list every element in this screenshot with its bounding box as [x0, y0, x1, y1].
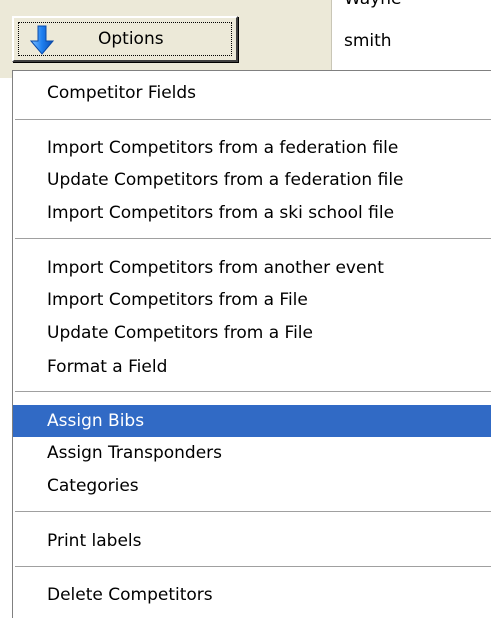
down-arrow-icon	[30, 25, 54, 55]
menu-item-assign-transponders[interactable]: Assign Transponders	[13, 437, 491, 469]
menu-item-update-file[interactable]: Update Competitors from a File	[13, 317, 491, 349]
options-button[interactable]: Options	[12, 16, 238, 62]
menu-separator	[15, 238, 491, 240]
grid-cell-first-name[interactable]: Wayne	[344, 0, 401, 9]
menu-item-competitor-fields[interactable]: Competitor Fields	[13, 77, 491, 109]
menu-item-print-labels[interactable]: Print labels	[13, 525, 491, 557]
menu-item-import-file[interactable]: Import Competitors from a File	[13, 284, 491, 316]
menu-separator	[15, 119, 491, 121]
options-button-label: Options	[98, 29, 164, 49]
menu-item-update-federation[interactable]: Update Competitors from a federation fil…	[13, 164, 491, 196]
menu-item-import-another-event[interactable]: Import Competitors from another event	[13, 252, 491, 284]
menu-item-format-field[interactable]: Format a Field	[13, 351, 491, 383]
grid-cell-last-name[interactable]: smith	[344, 31, 392, 51]
menu-item-categories[interactable]: Categories	[13, 470, 491, 502]
menu-item-assign-bibs[interactable]: Assign Bibs	[13, 405, 491, 437]
screen: Wayne smith Options Competitor Fields Im…	[0, 0, 491, 618]
menu-item-delete-competitors[interactable]: Delete Competitors	[13, 579, 491, 611]
menu-separator	[15, 391, 491, 393]
options-menu: Competitor Fields Import Competitors fro…	[12, 70, 491, 618]
grid-column-divider	[331, 0, 332, 78]
menu-separator	[15, 511, 491, 513]
menu-item-import-federation[interactable]: Import Competitors from a federation fil…	[13, 132, 491, 164]
menu-separator	[15, 566, 491, 568]
menu-item-import-ski-school[interactable]: Import Competitors from a ski school fil…	[13, 197, 491, 229]
